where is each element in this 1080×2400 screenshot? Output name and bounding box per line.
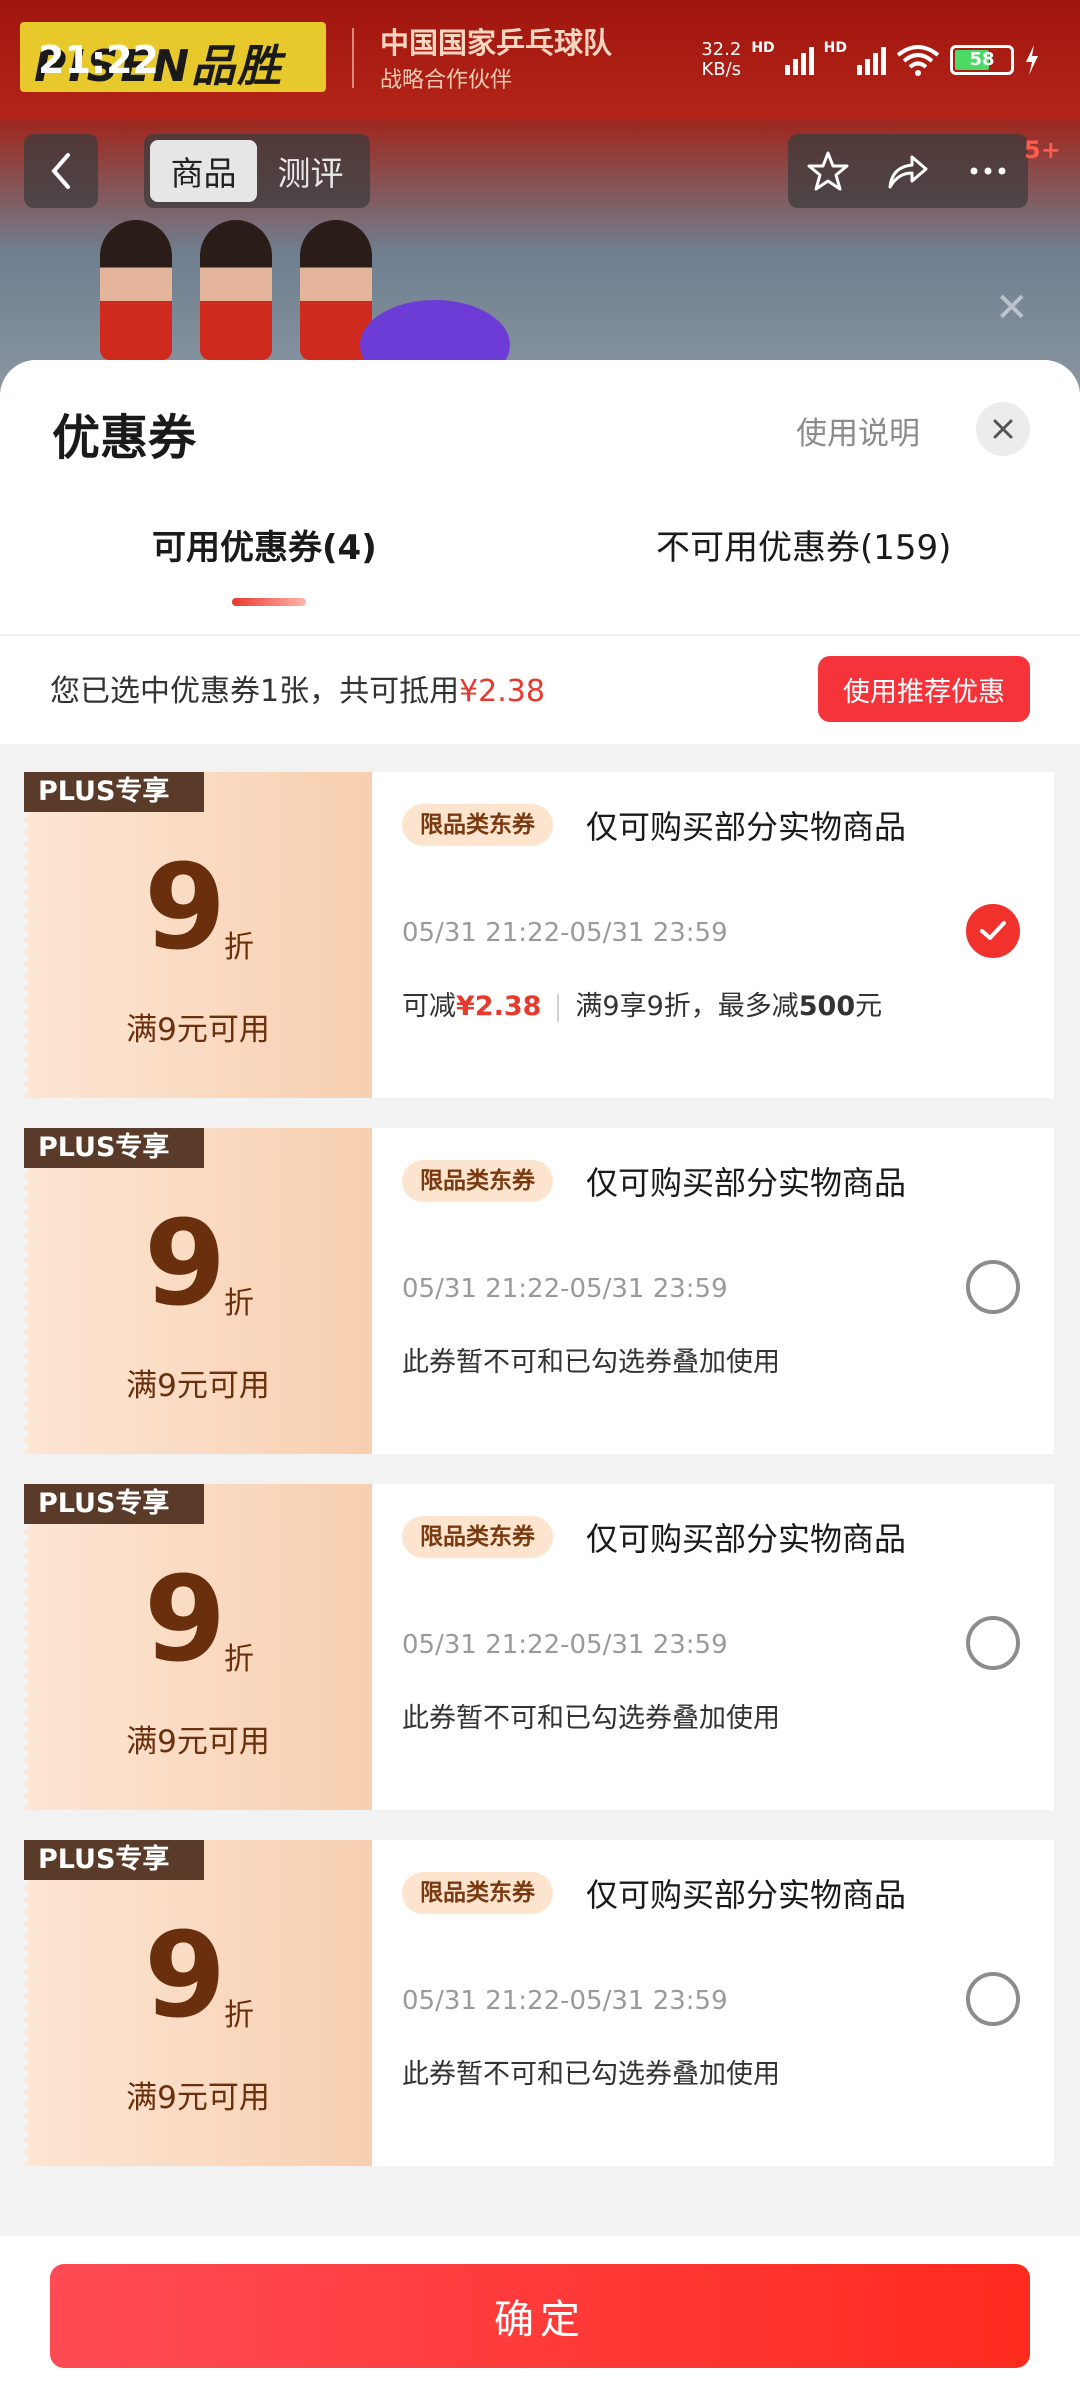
- message-badge: 5+: [1024, 136, 1061, 164]
- hd-label: HD: [751, 40, 775, 56]
- coupon-note: 此券暂不可和已勾选券叠加使用: [402, 1347, 780, 1378]
- divider: [0, 634, 1080, 636]
- sheet-header: 优惠券 使用说明 可用优惠券(4) 不可用优惠券(159) 您已选中优惠券1张，…: [0, 360, 1080, 744]
- product-image: [100, 220, 372, 360]
- summary-amount: ¥2.38: [459, 674, 545, 709]
- coupon-card[interactable]: PLUS专享 9 折 满9元可用 限品类东券 仅可购买部分实物商品 05/31 …: [24, 1840, 1054, 2166]
- coupon-detail: 限品类东券 仅可购买部分实物商品 05/31 21:22-05/31 23:59…: [372, 772, 1054, 1098]
- discount-unit: 折: [224, 1286, 254, 1321]
- more-icon[interactable]: [966, 149, 1010, 193]
- coupon-validity: 05/31 21:22-05/31 23:59: [402, 918, 728, 948]
- signal-icon: [784, 45, 814, 75]
- close-icon: [993, 419, 1013, 439]
- coupon-checkbox[interactable]: [966, 1972, 1020, 2026]
- coupon-card[interactable]: PLUS专享 9 折 满9元可用 限品类东券 仅可购买部分实物商品 05/31 …: [24, 1484, 1054, 1810]
- coupon-value-panel: PLUS专享 9 折 满9元可用: [24, 772, 372, 1098]
- coupon-value-panel: PLUS专享 9 折 满9元可用: [24, 1484, 372, 1810]
- tab-unavailable-coupons[interactable]: 不可用优惠券(159): [656, 520, 951, 569]
- coupon-note: 此券暂不可和已勾选券叠加使用: [402, 2059, 780, 2090]
- product-page-background: PISEN品胜 中国国家乒乓球队 战略合作伙伴 21:22 32.2 KB/s …: [0, 0, 1080, 420]
- coupon-checkbox-checked[interactable]: [966, 904, 1020, 958]
- coupon-validity: 05/31 21:22-05/31 23:59: [402, 1986, 728, 2016]
- coupon-scope: 仅可购买部分实物商品: [586, 1876, 907, 1914]
- coupon-checkbox[interactable]: [966, 1260, 1020, 1314]
- coupon-detail: 限品类东券 仅可购买部分实物商品 05/31 21:22-05/31 23:59…: [372, 1840, 1054, 2166]
- plus-exclusive-tag: PLUS专享: [24, 772, 204, 812]
- close-icon[interactable]: ✕: [995, 285, 1029, 331]
- threshold-text: 满9元可用: [126, 2080, 270, 2116]
- sheet-title: 优惠券: [52, 410, 197, 466]
- status-time: 21:22: [38, 38, 159, 82]
- coupon-value-panel: PLUS专享 9 折 满9元可用: [24, 1840, 372, 2166]
- coupon-detail: 限品类东券 仅可购买部分实物商品 05/31 21:22-05/31 23:59…: [372, 1128, 1054, 1454]
- use-recommended-button[interactable]: 使用推荐优惠: [818, 656, 1030, 722]
- tab-review[interactable]: 测评: [257, 140, 364, 202]
- coupon-validity: 05/31 21:22-05/31 23:59: [402, 1274, 728, 1304]
- usage-instructions-link[interactable]: 使用说明: [796, 408, 920, 453]
- coupon-note: 可减¥2.38 满9享9折，最多减500元: [402, 991, 883, 1022]
- discount-value: 9: [144, 838, 227, 976]
- partner-title: 中国国家乒乓球队: [380, 26, 613, 60]
- discount-unit: 折: [224, 1998, 254, 2033]
- coupon-scope: 仅可购买部分实物商品: [586, 1164, 907, 1202]
- coupon-type-badge: 限品类东券: [402, 1160, 553, 1202]
- selection-summary: 您已选中优惠券1张，共可抵用¥2.38: [50, 674, 545, 709]
- coupon-card[interactable]: PLUS专享 9 折 满9元可用 限品类东券 仅可购买部分实物商品 05/31 …: [24, 772, 1054, 1098]
- page-actions: [788, 134, 1028, 208]
- status-icons: 32.2 KB/s HD HD 58: [701, 40, 1040, 80]
- coupon-checkbox[interactable]: [966, 1616, 1020, 1670]
- confirm-button[interactable]: 确定: [50, 2264, 1030, 2368]
- plus-exclusive-tag: PLUS专享: [24, 1840, 204, 1880]
- tab-available-coupons[interactable]: 可用优惠券(4): [152, 520, 377, 569]
- network-speed: 32.2 KB/s: [701, 39, 742, 80]
- threshold-text: 满9元可用: [126, 1368, 270, 1404]
- discount-value: 9: [144, 1550, 227, 1688]
- charging-icon: [1026, 45, 1038, 75]
- coupon-type-badge: 限品类东券: [402, 804, 553, 846]
- coupon-card[interactable]: PLUS专享 9 折 满9元可用 限品类东券 仅可购买部分实物商品 05/31 …: [24, 1128, 1054, 1454]
- banner-divider: [352, 28, 354, 88]
- back-button[interactable]: [24, 134, 98, 208]
- plus-exclusive-tag: PLUS专享: [24, 1128, 204, 1168]
- close-button[interactable]: [976, 402, 1030, 456]
- tab-product[interactable]: 商品: [150, 140, 257, 202]
- coupon-validity: 05/31 21:22-05/31 23:59: [402, 1630, 728, 1660]
- coupon-note: 此券暂不可和已勾选券叠加使用: [402, 1703, 780, 1734]
- star-icon[interactable]: [806, 149, 850, 193]
- signal-icon-2: [857, 45, 886, 75]
- coupon-type-badge: 限品类东券: [402, 1872, 553, 1914]
- wifi-icon: [896, 45, 940, 76]
- partner-subtitle: 战略合作伙伴: [380, 68, 513, 93]
- coupon-value-panel: PLUS专享 9 折 满9元可用: [24, 1128, 372, 1454]
- coupon-detail: 限品类东券 仅可购买部分实物商品 05/31 21:22-05/31 23:59…: [372, 1484, 1054, 1810]
- plus-exclusive-tag: PLUS专享: [24, 1484, 204, 1524]
- discount-unit: 折: [224, 930, 254, 965]
- threshold-text: 满9元可用: [126, 1012, 270, 1048]
- page-tabs: 商品 测评: [144, 134, 370, 208]
- tab-indicator: [232, 598, 306, 606]
- threshold-text: 满9元可用: [126, 1724, 270, 1760]
- share-icon[interactable]: [886, 149, 930, 193]
- coupon-type-badge: 限品类东券: [402, 1516, 553, 1558]
- chevron-left-icon: [51, 153, 70, 189]
- hd-label-2: HD: [823, 40, 847, 56]
- coupon-scope: 仅可购买部分实物商品: [586, 1520, 907, 1558]
- discount-value: 9: [144, 1194, 227, 1332]
- coupon-list: PLUS专享 9 折 满9元可用 限品类东券 仅可购买部分实物商品 05/31 …: [24, 772, 1054, 2196]
- coupon-tabs: 可用优惠券(4) 不可用优惠券(159): [0, 520, 1080, 620]
- battery-icon: 58: [950, 45, 1014, 75]
- coupon-sheet: 优惠券 使用说明 可用优惠券(4) 不可用优惠券(159) 您已选中优惠券1张，…: [0, 360, 1080, 2400]
- discount-unit: 折: [224, 1642, 254, 1677]
- check-icon: [980, 921, 1006, 940]
- coupon-scope: 仅可购买部分实物商品: [586, 808, 907, 846]
- discount-value: 9: [144, 1906, 227, 2044]
- footer: 确定: [0, 2236, 1080, 2400]
